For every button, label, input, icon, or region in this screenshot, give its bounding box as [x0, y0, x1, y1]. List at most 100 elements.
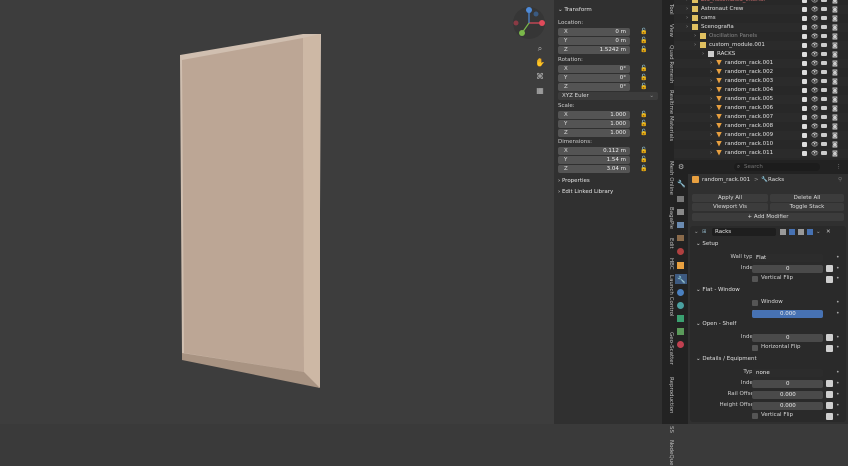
exclude-checkbox[interactable]	[802, 52, 807, 57]
keyframe-dot[interactable]: •	[836, 254, 840, 261]
viewport-monitor-icon[interactable]	[821, 16, 827, 20]
apply-all-button[interactable]: Apply All	[692, 194, 768, 202]
expand-arrow-icon[interactable]: ›	[710, 104, 716, 113]
expand-arrow-icon[interactable]: ›	[710, 131, 716, 140]
outliner-row[interactable]: › random_rack.009 👁 ◙	[674, 131, 848, 140]
exclude-checkbox[interactable]	[802, 133, 807, 138]
pan-hand-icon[interactable]: ✋	[534, 57, 546, 69]
setup-header[interactable]: ⌄ Setup	[696, 241, 718, 247]
side-tab-view[interactable]: View	[662, 24, 674, 37]
outliner[interactable]: › ZIS_Assembled_Interior 👁 ◙ › Astronaut Crew…	[674, 0, 848, 160]
options-menu-icon[interactable]: ⋮	[836, 163, 842, 171]
outliner-row[interactable]: › custom_module.001 👁 ◙	[674, 41, 848, 50]
details-vertical-flip-checkbox[interactable]	[752, 413, 758, 419]
render-camera-icon[interactable]: ◙	[832, 122, 838, 131]
visibility-eye-icon[interactable]: 👁	[811, 113, 819, 122]
flat-window-header[interactable]: ⌄ Flat - Window	[696, 287, 740, 293]
viewport-monitor-icon[interactable]	[821, 43, 827, 47]
scale-x-field[interactable]: X 1.000	[558, 111, 630, 119]
expand-arrow-icon[interactable]: ›	[710, 86, 716, 95]
height-offset-field[interactable]: 0.000	[752, 402, 823, 410]
side-tab-realtime-materials[interactable]: Realtime Materials	[662, 90, 674, 141]
render-camera-icon[interactable]: ◙	[832, 95, 838, 104]
render-camera-icon[interactable]: ◙	[832, 77, 838, 86]
expand-arrow-icon[interactable]: ›	[710, 68, 716, 77]
delete-all-button[interactable]: Delete All	[770, 194, 844, 202]
lock-icon[interactable]: 🔓	[640, 156, 647, 163]
outliner-row[interactable]: › Oscillation Panels 👁 ◙	[674, 32, 848, 41]
render-camera-icon[interactable]: ◙	[832, 59, 838, 68]
rotation-mode-select[interactable]: XYZ Euler ⌄	[558, 92, 658, 100]
expand-arrow-icon[interactable]: ›	[710, 113, 716, 122]
exclude-checkbox[interactable]	[802, 70, 807, 75]
type-select[interactable]: none	[752, 369, 823, 377]
keyframe-dot[interactable]: •	[836, 391, 840, 398]
exclude-checkbox[interactable]	[802, 115, 807, 120]
toggle-stack-button[interactable]: Toggle Stack	[770, 203, 844, 211]
viewport-monitor-icon[interactable]	[821, 52, 827, 56]
viewport-monitor-icon[interactable]	[821, 88, 827, 92]
render-camera-icon[interactable]: ◙	[832, 104, 838, 113]
attribute-toggle[interactable]	[826, 345, 833, 352]
lock-icon[interactable]: 🔓	[640, 147, 647, 154]
object-icon[interactable]	[677, 262, 684, 269]
visibility-eye-icon[interactable]: 👁	[811, 14, 819, 23]
rotation-x-field[interactable]: X 0°	[558, 65, 630, 73]
visibility-eye-icon[interactable]: 👁	[811, 68, 819, 77]
navigation-gizmo[interactable]	[512, 6, 546, 40]
outliner-row[interactable]: › Astronaut Crew 👁 ◙	[674, 5, 848, 14]
properties-search-input[interactable]: Search	[734, 163, 820, 171]
visibility-eye-icon[interactable]: 👁	[811, 77, 819, 86]
render-camera-icon[interactable]: ◙	[832, 50, 838, 59]
exclude-checkbox[interactable]	[802, 142, 807, 147]
expand-arrow-icon[interactable]: ›	[710, 149, 716, 158]
keyframe-dot[interactable]: •	[836, 299, 840, 306]
exclude-checkbox[interactable]	[802, 34, 807, 39]
outliner-row[interactable]: › random_rack.005 👁 ◙	[674, 95, 848, 104]
visibility-eye-icon[interactable]: 👁	[811, 5, 819, 14]
render-camera-icon[interactable]: ◙	[832, 140, 838, 149]
exclude-checkbox[interactable]	[802, 16, 807, 21]
viewport-monitor-icon[interactable]	[821, 106, 827, 110]
keyframe-dot[interactable]: •	[836, 380, 840, 387]
modifier-name-input[interactable]: Racks	[712, 228, 776, 236]
attribute-toggle[interactable]	[826, 380, 833, 387]
close-icon[interactable]: ✕	[826, 228, 831, 236]
lock-icon[interactable]: 🔓	[640, 111, 647, 118]
location-y-field[interactable]: Y 0 m	[558, 37, 630, 45]
lock-icon[interactable]: 🔓	[640, 74, 647, 81]
exclude-checkbox[interactable]	[802, 79, 807, 84]
render-camera-icon[interactable]: ◙	[832, 86, 838, 95]
edit-linked-library-subpanel[interactable]: › Edit Linked Library	[558, 188, 660, 196]
visibility-eye-icon[interactable]: 👁	[811, 50, 819, 59]
camera-view-icon[interactable]: ⌘	[534, 71, 546, 83]
keyframe-dot[interactable]: •	[836, 412, 840, 419]
dimensions-z-field[interactable]: Z 3.04 m	[558, 165, 630, 173]
scale-y-field[interactable]: Y 1.000	[558, 120, 630, 128]
expand-arrow-icon[interactable]: ›	[710, 140, 716, 149]
lock-icon[interactable]: 🔓	[640, 37, 647, 44]
outliner-row[interactable]: › Scenografia 👁 ◙	[674, 23, 848, 32]
rotation-z-field[interactable]: Z 0°	[558, 83, 630, 91]
side-tab-hbc[interactable]: HBC	[662, 258, 674, 270]
lock-icon[interactable]: 🔓	[640, 129, 647, 136]
visibility-eye-icon[interactable]: 👁	[811, 95, 819, 104]
render-toggle-icon[interactable]	[807, 229, 813, 235]
cage-toggle-icon[interactable]	[789, 229, 795, 235]
data-icon[interactable]	[677, 328, 684, 335]
expand-arrow-icon[interactable]: ›	[710, 95, 716, 104]
scene-icon[interactable]	[677, 235, 684, 241]
outliner-row[interactable]: › random_rack.011 👁 ◙	[674, 149, 848, 158]
particles-icon[interactable]	[677, 289, 684, 296]
outliner-row[interactable]: › random_rack.004 👁 ◙	[674, 86, 848, 95]
physics-icon[interactable]	[677, 302, 684, 309]
viewport-monitor-icon[interactable]	[821, 0, 827, 2]
realtime-toggle-icon[interactable]	[798, 229, 804, 235]
perspective-grid-icon[interactable]: ▦	[534, 85, 546, 97]
rack-panel-mesh[interactable]	[0, 0, 554, 424]
viewport-monitor-icon[interactable]	[821, 70, 827, 74]
exclude-checkbox[interactable]	[802, 88, 807, 93]
exclude-checkbox[interactable]	[802, 106, 807, 111]
side-tab-geo-scatter[interactable]: Geo-Scatter	[662, 332, 674, 365]
visibility-eye-icon[interactable]: 👁	[811, 32, 819, 41]
